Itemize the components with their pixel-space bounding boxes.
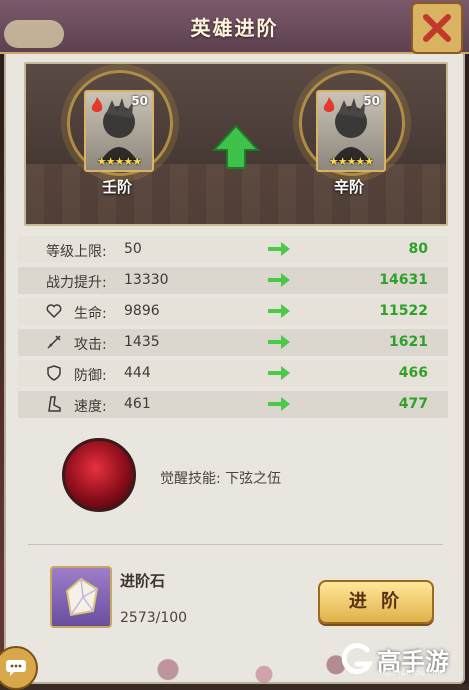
stat-row-defense: 防御: 444 466 [18, 360, 448, 387]
stat-label: 防御: [74, 368, 107, 384]
arrow-right-icon [268, 335, 290, 349]
boot-icon [48, 396, 61, 412]
shield-icon [47, 365, 61, 381]
hero-portrait: 50 ★★★★★ [84, 90, 154, 172]
stat-row-level-cap: 等级上限: 50 80 [18, 236, 448, 263]
stat-new-value: 1621 [389, 334, 428, 350]
heart-icon [46, 304, 62, 319]
arrow-right-icon [268, 242, 290, 256]
upgrade-arrow-icon [212, 124, 260, 169]
crystal-icon [65, 577, 99, 617]
gaoshouyou-logo-icon [341, 643, 373, 675]
material-name: 进阶石 [120, 572, 166, 590]
title-bar: 英雄进阶 [0, 0, 469, 54]
hero-preview-stage: 50 ★★★★★ 壬阶 50 ★★★★★ 辛阶 [24, 62, 448, 226]
stat-new-value: 80 [408, 241, 428, 257]
stat-current-value: 1435 [124, 334, 160, 350]
hero-stars: ★★★★★ [328, 155, 374, 168]
stat-new-value: 477 [398, 396, 428, 412]
arrow-right-icon [268, 273, 290, 287]
watermark-url: GAOSHOUYOU.COM [377, 670, 444, 677]
stat-row-hp: 生命: 9896 11522 [18, 298, 448, 325]
stat-current-value: 444 [124, 365, 151, 381]
skill-orb-icon[interactable] [62, 438, 136, 512]
stat-label: 生命: [74, 306, 107, 322]
stat-current-value: 50 [124, 241, 142, 257]
hero-level: 50 [131, 94, 148, 108]
stat-new-value: 14631 [379, 272, 428, 288]
hero-next[interactable]: 50 ★★★★★ 辛阶 [294, 70, 405, 220]
skill-description: 觉醒技能: 下弦之伍 [160, 471, 282, 487]
hero-portrait: 50 ★★★★★ [316, 90, 386, 172]
stat-label: 速度: [74, 399, 107, 415]
hero-rank-label: 辛阶 [333, 178, 364, 196]
advance-button[interactable]: 进 阶 [318, 580, 434, 624]
stat-row-speed: 速度: 461 477 [18, 391, 448, 418]
divider [28, 544, 443, 545]
chat-bubble-icon [6, 660, 26, 676]
stat-new-value: 466 [398, 365, 428, 381]
hero-rank-label: 壬阶 [101, 178, 132, 196]
sword-icon [47, 335, 61, 349]
stat-current-value: 461 [124, 396, 151, 412]
hero-level: 50 [363, 94, 380, 108]
material-count: 2573/100 [120, 610, 188, 626]
close-icon [423, 14, 451, 42]
arrow-right-icon [268, 304, 290, 318]
advance-stone-slot[interactable] [50, 566, 112, 628]
watermark: 高手游 GAOSHOUYOU.COM [337, 640, 465, 680]
stat-current-value: 13330 [124, 272, 169, 288]
stat-label: 攻击: [74, 337, 107, 353]
flower-decoration [120, 636, 360, 684]
stat-row-power: 战力提升: 13330 14631 [18, 267, 448, 294]
stat-comparison-list: 等级上限: 50 80 战力提升: 13330 14631 生命: 9896 1… [18, 236, 448, 422]
stat-label: 战力提升: [46, 275, 107, 291]
awakening-skill: 觉醒技能: 下弦之伍 [18, 432, 448, 528]
stat-row-attack: 攻击: 1435 1621 [18, 329, 448, 356]
arrow-right-icon [268, 366, 290, 380]
hero-stars: ★★★★★ [96, 155, 142, 168]
close-button[interactable] [411, 2, 463, 54]
hero-current[interactable]: 50 ★★★★★ 壬阶 [62, 70, 173, 220]
stat-label: 等级上限: [46, 244, 107, 260]
arrow-right-icon [268, 397, 290, 411]
stat-new-value: 11522 [379, 303, 428, 319]
page-title: 英雄进阶 [190, 16, 279, 40]
stat-current-value: 9896 [124, 303, 160, 319]
